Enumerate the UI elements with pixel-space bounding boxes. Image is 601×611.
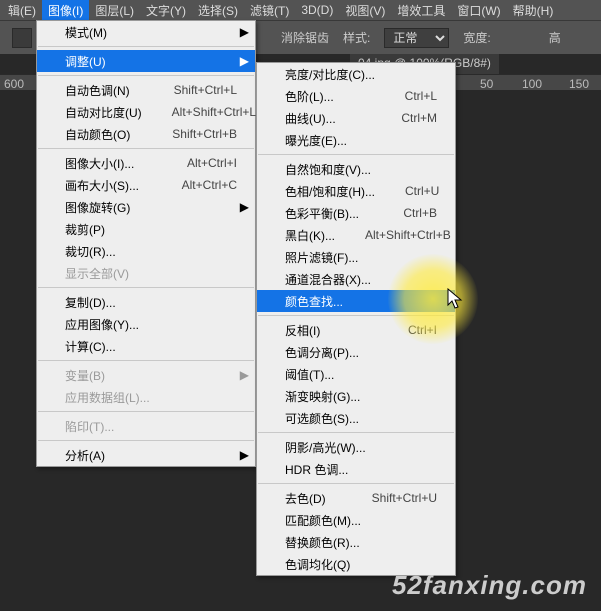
chevron-right-icon: ▶ <box>240 448 249 462</box>
menuitem[interactable]: 分析(A)▶ <box>37 444 255 466</box>
antialias-label: 消除锯齿 <box>281 29 329 46</box>
menu-9[interactable]: 窗口(W) <box>451 0 506 21</box>
menuitem[interactable]: 阴影/高光(W)... <box>257 436 455 458</box>
submenu-adjustments: 亮度/对比度(C)...色阶(L)...Ctrl+L曲线(U)...Ctrl+M… <box>256 62 456 576</box>
menu-2[interactable]: 图层(L) <box>89 0 140 21</box>
menuitem: 陷印(T)... <box>37 415 255 437</box>
menuitem[interactable]: 复制(D)... <box>37 291 255 313</box>
menuitem[interactable]: 计算(C)... <box>37 335 255 357</box>
menu-1[interactable]: 图像(I) <box>42 0 89 21</box>
menuitem[interactable]: 画布大小(S)...Alt+Ctrl+C <box>37 174 255 196</box>
menu-0[interactable]: 辑(E) <box>2 0 42 21</box>
menuitem[interactable]: 色彩平衡(B)...Ctrl+B <box>257 202 455 224</box>
menuitem[interactable]: 图像旋转(G)▶ <box>37 196 255 218</box>
menuitem[interactable]: 匹配颜色(M)... <box>257 509 455 531</box>
watermark: 52fanxing.com <box>392 570 587 601</box>
style-label: 样式: <box>343 29 370 46</box>
menu-10[interactable]: 帮助(H) <box>507 0 560 21</box>
menuitem[interactable]: 自然饱和度(V)... <box>257 158 455 180</box>
width-label: 宽度: <box>463 29 490 46</box>
menuitem[interactable]: 裁剪(P) <box>37 218 255 240</box>
menuitem[interactable]: 阈值(T)... <box>257 363 455 385</box>
menuitem: 显示全部(V) <box>37 262 255 284</box>
menuitem[interactable]: HDR 色调... <box>257 458 455 480</box>
menu-8[interactable]: 增效工具 <box>391 0 451 21</box>
menuitem[interactable]: 亮度/对比度(C)... <box>257 63 455 85</box>
menuitem[interactable]: 自动对比度(U)Alt+Shift+Ctrl+L <box>37 101 255 123</box>
chevron-right-icon: ▶ <box>240 54 249 68</box>
height-label: 高 <box>549 29 561 46</box>
menuitem[interactable]: 通道混合器(X)... <box>257 268 455 290</box>
menuitem[interactable]: 自动颜色(O)Shift+Ctrl+B <box>37 123 255 145</box>
menuitem[interactable]: 渐变映射(G)... <box>257 385 455 407</box>
menuitem[interactable]: 自动色调(N)Shift+Ctrl+L <box>37 79 255 101</box>
menu-7[interactable]: 视图(V) <box>339 0 391 21</box>
style-select[interactable]: 正常 <box>384 28 449 48</box>
menuitem: 应用数据组(L)... <box>37 386 255 408</box>
menu-5[interactable]: 滤镜(T) <box>244 0 295 21</box>
menuitem[interactable]: 图像大小(I)...Alt+Ctrl+I <box>37 152 255 174</box>
menuitem[interactable]: 色阶(L)...Ctrl+L <box>257 85 455 107</box>
menuitem[interactable]: 替换颜色(R)... <box>257 531 455 553</box>
menuitem[interactable]: 反相(I)Ctrl+I <box>257 319 455 341</box>
menu-4[interactable]: 选择(S) <box>192 0 244 21</box>
menubar: 辑(E)图像(I)图层(L)文字(Y)选择(S)滤镜(T)3D(D)视图(V)增… <box>0 0 601 20</box>
menuitem[interactable]: 颜色查找... <box>257 290 455 312</box>
menuitem[interactable]: 应用图像(Y)... <box>37 313 255 335</box>
menu-3[interactable]: 文字(Y) <box>140 0 192 21</box>
menuitem[interactable]: 照片滤镜(F)... <box>257 246 455 268</box>
menuitem[interactable]: 模式(M)▶ <box>37 21 255 43</box>
menuitem[interactable]: 裁切(R)... <box>37 240 255 262</box>
chevron-right-icon: ▶ <box>240 200 249 214</box>
menu-image: 模式(M)▶ 调整(U)▶ 自动色调(N)Shift+Ctrl+L自动对比度(U)A… <box>36 20 256 467</box>
menu-6[interactable]: 3D(D) <box>295 1 339 19</box>
menuitem[interactable]: 曝光度(E)... <box>257 129 455 151</box>
menuitem: 变量(B)▶ <box>37 364 255 386</box>
menuitem[interactable]: 色相/饱和度(H)...Ctrl+U <box>257 180 455 202</box>
menuitem[interactable]: 黑白(K)...Alt+Shift+Ctrl+B <box>257 224 455 246</box>
chevron-right-icon: ▶ <box>240 25 249 39</box>
menuitem[interactable]: 可选颜色(S)... <box>257 407 455 429</box>
menuitem[interactable]: 去色(D)Shift+Ctrl+U <box>257 487 455 509</box>
menuitem[interactable]: 调整(U)▶ <box>37 50 255 72</box>
chevron-right-icon: ▶ <box>240 368 249 382</box>
menuitem[interactable]: 曲线(U)...Ctrl+M <box>257 107 455 129</box>
menuitem[interactable]: 色调分离(P)... <box>257 341 455 363</box>
tool-preset-button[interactable] <box>12 28 32 48</box>
